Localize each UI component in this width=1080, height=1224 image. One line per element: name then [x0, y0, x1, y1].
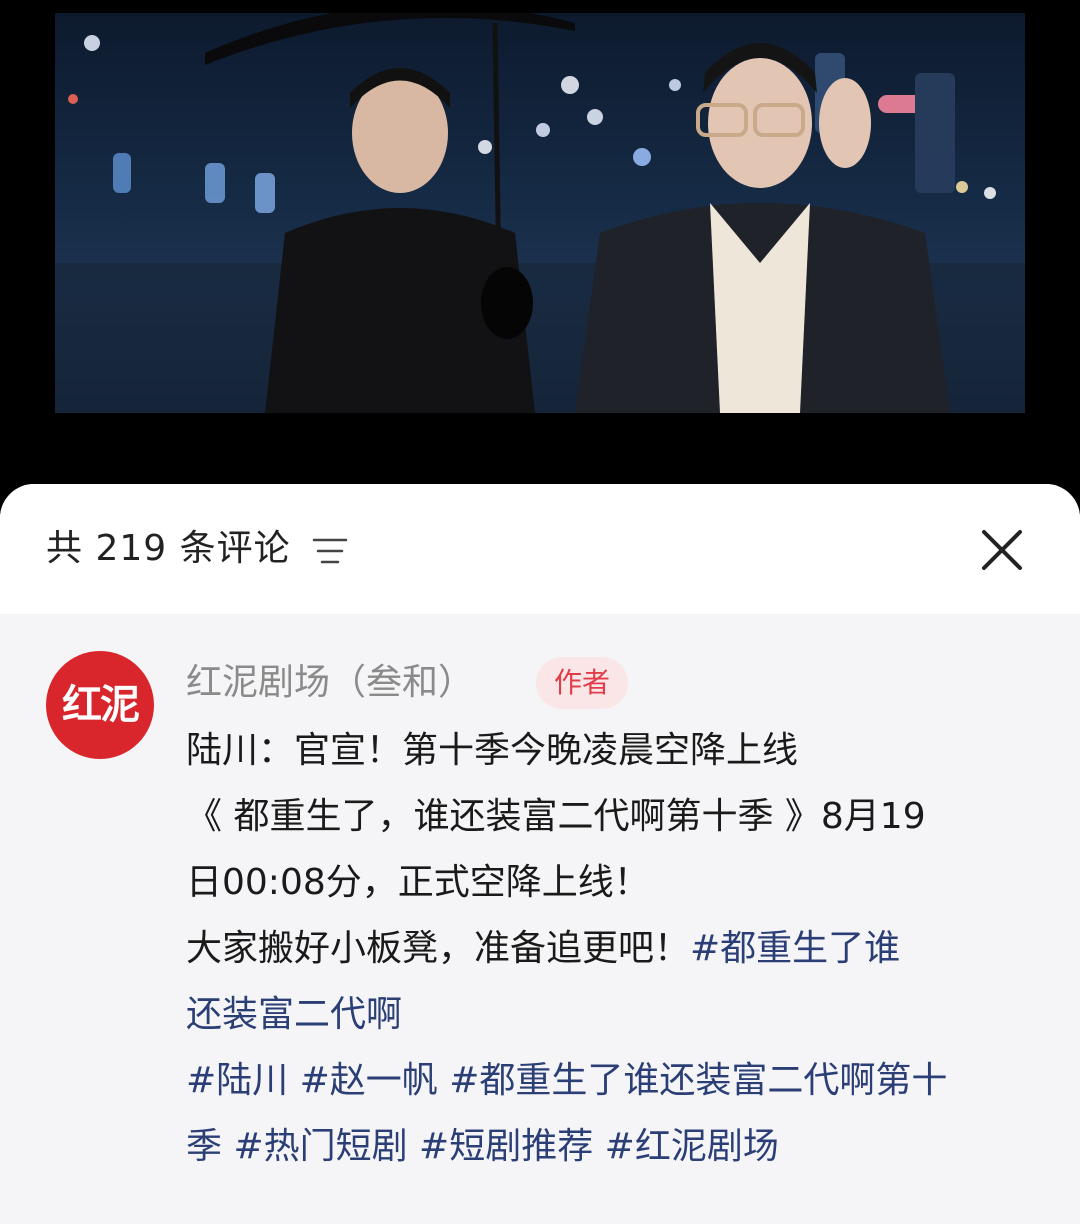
sort-icon[interactable] [312, 536, 348, 566]
hashtag-links[interactable]: 季 #热门短剧 #短剧推荐 #红泥剧场 [186, 1114, 1026, 1180]
hashtag-link[interactable]: 还装富二代啊 [186, 982, 1026, 1048]
comments-header: 共 219 条评论 [0, 484, 1080, 614]
author-badge: 作者 [536, 657, 629, 709]
comment-line-text: 大家搬好小板凳，准备追更吧！ [186, 928, 691, 969]
comment-count-title: 共 219 条评论 [46, 528, 291, 569]
comment-line: 大家搬好小板凳，准备追更吧！#都重生了谁 [186, 916, 1026, 982]
avatar[interactable]: 红泥 [46, 651, 154, 759]
hashtag-links[interactable]: #陆川 #赵一帆 #都重生了谁还装富二代啊第十 [186, 1048, 1026, 1114]
video-scene [55, 13, 1025, 413]
video-player[interactable] [0, 0, 1080, 500]
author-name[interactable]: 红泥剧场（叁和） [186, 656, 474, 710]
avatar-logo-text: 红泥 [62, 682, 140, 728]
comment-text: 陆川：官宣！第十季今晚凌晨空降上线 《 都重生了，谁还装富二代啊第十季 》8月1… [186, 718, 1026, 1180]
hashtag-link[interactable]: #都重生了谁 [690, 928, 900, 969]
comment-line: 《 都重生了，谁还装富二代啊第十季 》8月19 [186, 796, 926, 837]
close-icon[interactable] [978, 526, 1026, 574]
comment-line: 日00:08分，正式空降上线！ [186, 862, 650, 903]
video-thumbnail-image[interactable] [55, 13, 1025, 413]
comments-sheet: 共 219 条评论 红泥 红泥剧场（叁和） 作者 陆川：官宣！第十季今晚凌晨空降… [0, 484, 1080, 1224]
comment-line: 陆川：官宣！第十季今晚凌晨空降上线 [186, 730, 799, 771]
